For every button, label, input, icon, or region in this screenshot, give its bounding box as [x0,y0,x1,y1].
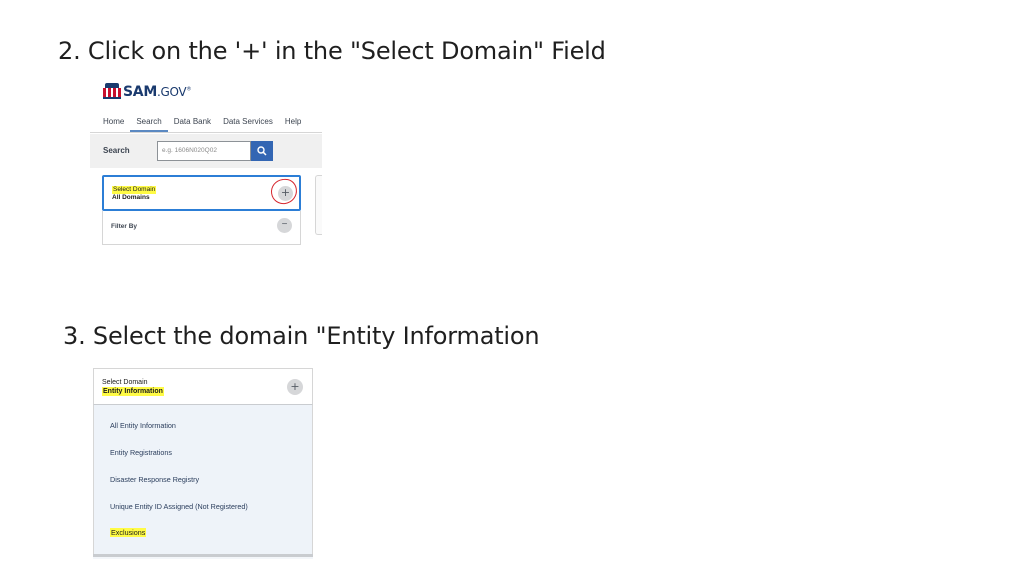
option-unique-entity-id[interactable]: Unique Entity ID Assigned (Not Registere… [110,502,248,511]
filter-by-section[interactable]: Filter By − [102,211,301,245]
search-button[interactable] [251,141,273,161]
search-bar: Search e.g. 1606N020Q02 [90,134,322,168]
domain-options-list: All Entity Information Entity Registrati… [93,405,313,555]
screenshot-select-domain: SAM.GOV® Home Search Data Bank Data Serv… [90,78,322,248]
top-nav: Home Search Data Bank Data Services Help [90,116,322,133]
logo-registered-mark: ® [186,86,192,93]
search-label: Search [103,146,130,155]
select-domain-label: Select Domain [102,379,148,386]
step-3-heading: 3. Select the domain "Entity Information [63,322,540,350]
select-domain-value: All Domains [112,194,150,201]
screenshot-domain-options: Select Domain Entity Information + All E… [93,368,313,559]
uncle-sam-hat-icon [103,83,121,101]
select-domain-field[interactable]: Select Domain Entity Information + [93,368,313,405]
sam-gov-logo[interactable]: SAM.GOV® [103,81,191,103]
list-divider [93,554,313,557]
select-domain-value: Entity Information [102,387,164,396]
filter-by-label: Filter By [111,223,138,230]
logo-suffix: .GOV [156,85,187,99]
step-2-heading: 2. Click on the '+' in the "Select Domai… [58,37,606,65]
collapse-filter-button[interactable]: − [277,218,292,233]
search-icon [257,146,267,156]
nav-help[interactable]: Help [279,116,307,132]
nav-data-services[interactable]: Data Services [217,116,279,132]
option-entity-registrations[interactable]: Entity Registrations [110,448,172,457]
nav-search[interactable]: Search [130,116,168,132]
option-disaster-response-registry[interactable]: Disaster Response Registry [110,475,199,484]
results-panel-edge [315,175,322,235]
option-exclusions[interactable]: Exclusions [110,528,147,537]
nav-data-bank[interactable]: Data Bank [168,116,217,132]
option-all-entity-information[interactable]: All Entity Information [110,421,176,430]
logo-text: SAM [123,84,157,100]
nav-home[interactable]: Home [90,116,130,132]
select-domain-label: Select Domain [112,186,157,194]
expand-domain-button[interactable]: + [287,379,303,395]
search-input[interactable]: e.g. 1606N020Q02 [157,141,251,161]
